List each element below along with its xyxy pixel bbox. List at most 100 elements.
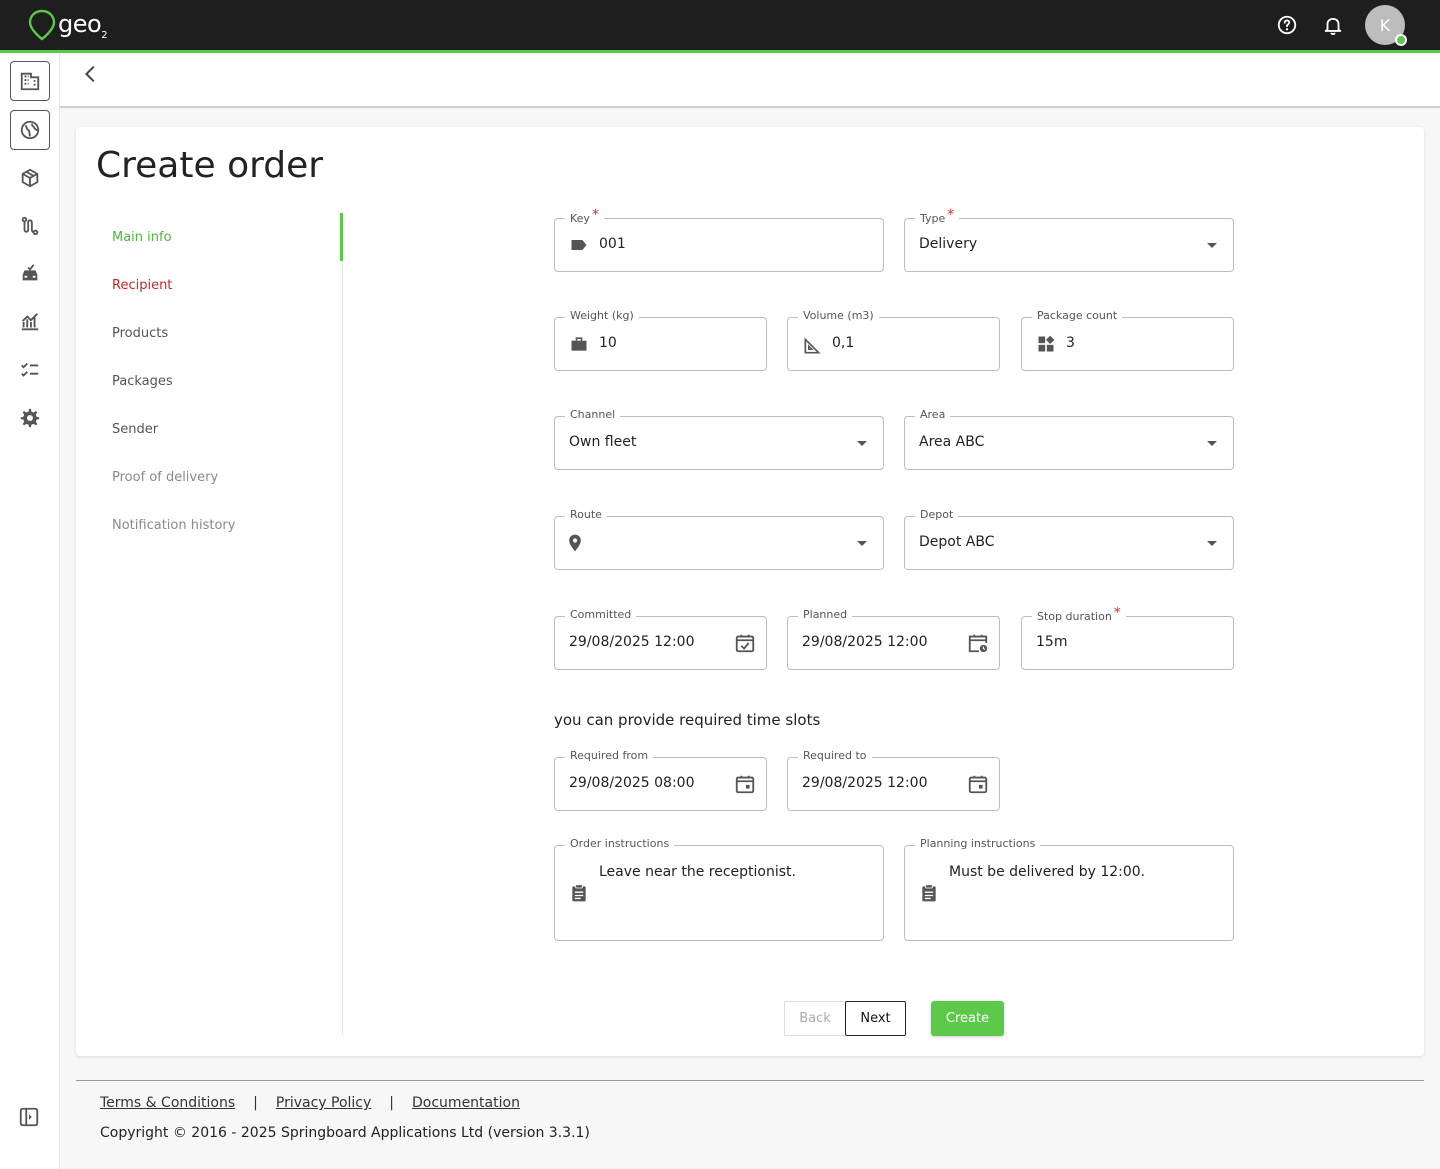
weight-value: 10 <box>599 335 617 351</box>
terms-link[interactable]: Terms & Conditions <box>100 1095 235 1111</box>
chevron-down-icon <box>857 441 867 446</box>
clipboard-icon <box>572 884 586 902</box>
step-navigation: Main info Recipient Products Packages Se… <box>76 213 343 1035</box>
step-proof-of-delivery[interactable]: Proof of delivery <box>112 470 218 485</box>
time-slots-hint: you can provide required time slots <box>554 711 821 729</box>
required-from-field[interactable]: Required from 29/08/2025 08:00 <box>554 749 767 811</box>
planned-value: 29/08/2025 12:00 <box>802 634 928 650</box>
checklist-icon <box>21 362 39 377</box>
planning-instructions-label: Planning instructions <box>915 837 1041 850</box>
footer-separator: | <box>389 1095 395 1111</box>
key-label: Key * <box>565 207 604 226</box>
collapse-sidebar-icon[interactable] <box>18 1106 40 1128</box>
required-to-field[interactable]: Required to 29/08/2025 12:00 <box>787 749 1000 811</box>
active-step-indicator <box>340 213 343 261</box>
chevron-down-icon <box>1207 541 1217 546</box>
weight-field[interactable]: Weight (kg) 10 <box>554 309 767 371</box>
help-icon[interactable] <box>1276 14 1298 36</box>
order-instructions-value: Leave near the receptionist. <box>599 864 796 880</box>
sidebar-item-settings[interactable] <box>10 398 50 438</box>
step-sender[interactable]: Sender <box>112 422 158 437</box>
calendar-icon[interactable] <box>967 773 989 795</box>
briefcase-icon <box>571 337 587 351</box>
location-pin-logo-icon <box>28 9 56 41</box>
next-button[interactable]: Next <box>845 1001 906 1036</box>
chevron-down-icon <box>1207 441 1217 446</box>
documentation-link[interactable]: Documentation <box>412 1095 520 1111</box>
type-value: Delivery <box>919 236 978 252</box>
key-field[interactable]: Key * 001 <box>554 207 884 272</box>
volume-field[interactable]: Volume (m3) 0,1 <box>787 309 1000 371</box>
planned-label: Planned <box>798 608 853 621</box>
back-button[interactable]: Back <box>784 1001 846 1036</box>
sidebar-item-orders[interactable] <box>10 158 50 198</box>
package-count-label: Package count <box>1032 309 1123 322</box>
required-from-value: 29/08/2025 08:00 <box>569 775 695 791</box>
area-select[interactable]: Area Area ABC <box>904 408 1234 470</box>
channel-label: Channel <box>565 408 621 421</box>
step-packages[interactable]: Packages <box>112 374 173 389</box>
step-recipient[interactable]: Recipient <box>112 278 172 293</box>
bell-icon[interactable] <box>1322 14 1344 36</box>
globe-icon <box>20 120 40 140</box>
depot-label: Depot <box>915 508 959 521</box>
channel-value: Own fleet <box>569 434 637 450</box>
location-pin-icon <box>569 534 581 552</box>
sidebar-item-analytics[interactable] <box>10 302 50 342</box>
type-select[interactable]: Type * Delivery <box>904 207 1234 272</box>
area-value: Area ABC <box>919 434 985 450</box>
calendar-clock-icon[interactable] <box>967 632 989 654</box>
channel-select[interactable]: Channel Own fleet <box>554 408 884 470</box>
calendar-check-icon[interactable] <box>734 632 756 654</box>
building-icon <box>20 72 40 91</box>
area-label: Area <box>915 408 951 421</box>
top-bar: geo2 K <box>0 0 1440 53</box>
package-count-field[interactable]: Package count 3 <box>1021 309 1234 371</box>
online-status-dot <box>1395 34 1407 46</box>
volume-value: 0,1 <box>832 335 855 351</box>
sidebar-item-vehicles[interactable] <box>10 254 50 294</box>
sidebar-item-routes[interactable] <box>10 206 50 246</box>
package-count-value: 3 <box>1066 335 1075 351</box>
type-label: Type * <box>915 207 960 226</box>
stop-duration-label: Stop duration * <box>1032 605 1126 624</box>
committed-label: Committed <box>565 608 637 621</box>
footer-divider <box>76 1080 1424 1081</box>
widgets-icon <box>1038 335 1055 352</box>
depot-select[interactable]: Depot Depot ABC <box>904 508 1234 570</box>
stop-duration-field[interactable]: Stop duration * 15m <box>1021 605 1234 670</box>
footer-separator: | <box>253 1095 258 1111</box>
step-main-info[interactable]: Main info <box>112 230 172 245</box>
settings-icon <box>20 408 40 428</box>
route-select[interactable]: Route <box>554 508 884 570</box>
set-square-icon <box>804 337 821 354</box>
step-notification-history[interactable]: Notification history <box>112 518 235 533</box>
weight-label: Weight (kg) <box>565 309 639 322</box>
package-icon <box>21 168 39 188</box>
chevron-down-icon <box>857 541 867 546</box>
page-header-bar <box>60 53 1440 108</box>
sidebar-item-companies[interactable] <box>10 61 50 101</box>
planning-instructions-field[interactable]: Planning instructions Must be delivered … <box>904 837 1234 941</box>
committed-value: 29/08/2025 12:00 <box>569 634 695 650</box>
footer-links: Terms & Conditions | Privacy Policy | Do… <box>100 1095 520 1111</box>
depot-value: Depot ABC <box>919 534 995 550</box>
required-to-value: 29/08/2025 12:00 <box>802 775 928 791</box>
stop-duration-value: 15m <box>1036 634 1068 650</box>
calendar-icon[interactable] <box>734 773 756 795</box>
sidebar-item-tasks[interactable] <box>10 350 50 390</box>
committed-date-field[interactable]: Committed 29/08/2025 12:00 <box>554 608 767 670</box>
create-button[interactable]: Create <box>931 1001 1004 1036</box>
user-avatar[interactable]: K <box>1365 5 1407 46</box>
required-to-label: Required to <box>798 749 872 762</box>
back-arrow-icon[interactable] <box>80 63 102 85</box>
privacy-link[interactable]: Privacy Policy <box>276 1095 371 1111</box>
order-instructions-field[interactable]: Order instructions Leave near the recept… <box>554 837 884 941</box>
app-logo[interactable]: geo2 <box>28 9 108 41</box>
volume-label: Volume (m3) <box>798 309 879 322</box>
planning-instructions-value: Must be delivered by 12:00. <box>949 864 1146 880</box>
step-products[interactable]: Products <box>112 326 168 341</box>
sidebar-item-map[interactable] <box>10 110 50 150</box>
logo-text: geo2 <box>58 9 108 41</box>
planned-date-field[interactable]: Planned 29/08/2025 12:00 <box>787 608 1000 670</box>
